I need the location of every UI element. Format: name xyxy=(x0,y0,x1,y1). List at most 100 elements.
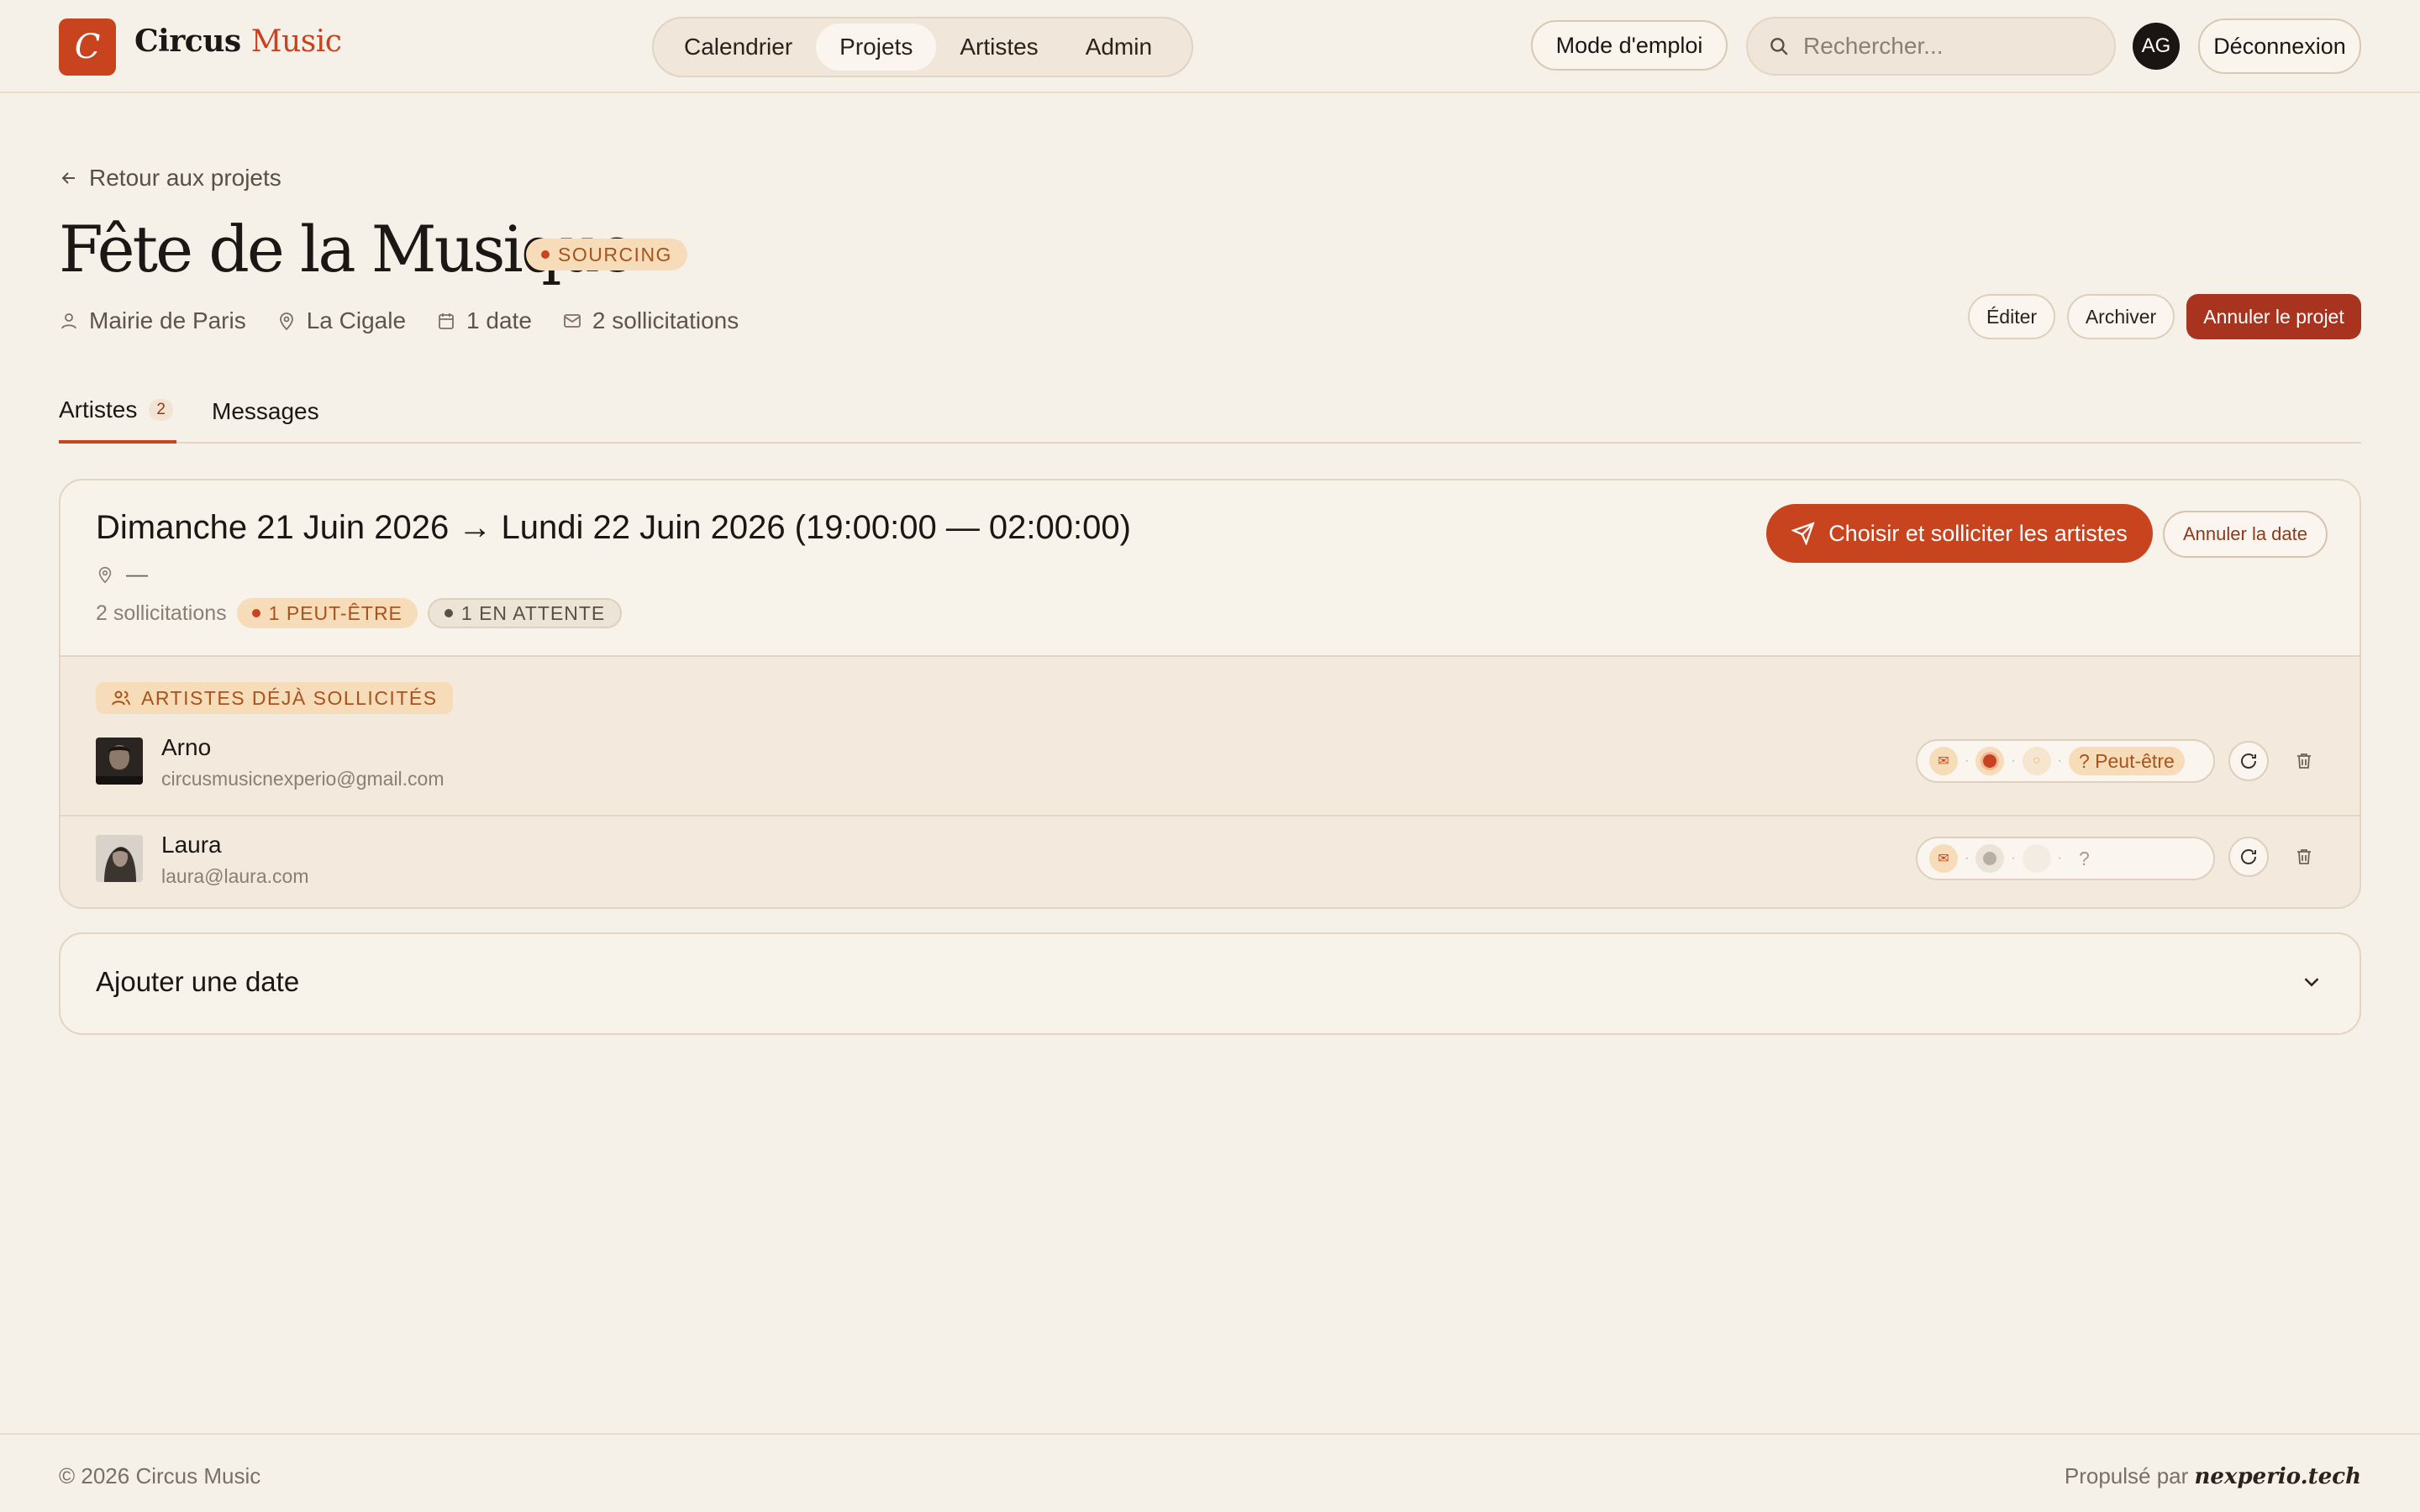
solicited-artists-section: ARTISTES DÉJÀ SOLLICITÉS Arno circusmusi… xyxy=(60,655,2360,907)
footer: © 2026 Circus Music Propulsé par nexperi… xyxy=(0,1433,2420,1512)
resend-button[interactable] xyxy=(2228,741,2269,781)
nav-item-calendrier[interactable]: Calendrier xyxy=(660,24,816,71)
artist-status-label: ? xyxy=(2078,847,2090,869)
section-badge: ARTISTES DÉJÀ SOLLICITÉS xyxy=(96,682,453,714)
pill-waiting: 1 EN ATTENTE xyxy=(427,598,623,628)
status-badge-label: SOURCING xyxy=(558,243,672,265)
add-date-accordion[interactable]: Ajouter une date xyxy=(59,932,2361,1035)
brand-name-part1: Circus xyxy=(134,24,241,59)
tracker-separator: · xyxy=(2011,851,2016,865)
footer-powered-prefix: Propulsé par xyxy=(2064,1463,2189,1488)
solicit-artists-button[interactable]: Choisir et solliciter les artistes xyxy=(1766,504,2153,563)
cancel-project-button[interactable]: Annuler le projet xyxy=(2186,294,2361,339)
envelope-icon: ✉ xyxy=(1929,747,1958,775)
pill-waiting-dot-icon xyxy=(444,609,453,617)
pill-maybe-label: 1 PEUT-ÊTRE xyxy=(268,601,402,624)
date-card-stats: 2 sollicitations 1 PEUT-ÊTRE 1 EN ATTENT… xyxy=(96,598,623,628)
artist-name: Arno xyxy=(161,734,212,760)
meta-solicitations-label: 2 sollicitations xyxy=(592,307,739,333)
pending-circle-icon xyxy=(2022,844,2051,873)
back-link-label: Retour aux projets xyxy=(89,165,281,191)
brand-name[interactable]: Circus Music xyxy=(134,24,342,59)
chevron-down-icon xyxy=(2299,969,2324,999)
envelope-icon: ✉ xyxy=(1929,844,1958,873)
date-card-location-label: — xyxy=(126,561,148,586)
main-nav: Calendrier Projets Artistes Admin xyxy=(652,17,1193,77)
meta-solicitations: 2 sollicitations xyxy=(562,307,739,334)
pill-waiting-label: 1 EN ATTENTE xyxy=(460,601,606,624)
artist-row[interactable]: Arno circusmusicnexperio@gmail.com ✉ · ·… xyxy=(60,719,2360,816)
artist-name: Laura xyxy=(161,832,222,858)
edit-button[interactable]: Éditer xyxy=(1968,294,2055,339)
arrow-left-icon xyxy=(61,172,75,184)
mail-icon xyxy=(564,314,581,328)
meta-dates: 1 date xyxy=(436,307,532,334)
status-badge: SOURCING xyxy=(526,239,687,270)
archive-button[interactable]: Archiver xyxy=(2067,294,2175,339)
artist-avatar xyxy=(96,738,143,785)
artist-status-label: ? Peut-être xyxy=(2068,747,2185,775)
nav-item-projets[interactable]: Projets xyxy=(816,24,937,71)
delete-artist-button[interactable] xyxy=(2287,840,2321,874)
trash-icon xyxy=(2297,753,2311,769)
tracker-separator: · xyxy=(1965,753,1970,768)
viewed-icon xyxy=(1975,747,2005,775)
search-box xyxy=(1746,17,2116,76)
brand-name-part2: Music xyxy=(250,24,342,59)
date-card: Dimanche 21 Juin 2026 → Lundi 22 Juin 20… xyxy=(59,479,2361,909)
logout-button[interactable]: Déconnexion xyxy=(2198,18,2361,74)
footer-powered: Propulsé par nexperio.tech xyxy=(2065,1463,2361,1489)
calendar-icon xyxy=(439,313,454,329)
date-card-location: — xyxy=(96,561,148,587)
meta-client: Mairie de Paris xyxy=(59,307,246,334)
solicit-artists-label: Choisir et solliciter les artistes xyxy=(1828,520,2128,546)
users-icon xyxy=(112,690,130,706)
meta-client-label: Mairie de Paris xyxy=(89,307,246,333)
tabs: Artistes 2 Messages xyxy=(59,391,2361,444)
meta-venue-label: La Cigale xyxy=(306,307,407,333)
map-pin-icon xyxy=(279,312,293,331)
tracker-separator: · xyxy=(2057,851,2062,865)
tab-artistes[interactable]: Artistes 2 xyxy=(59,396,173,423)
artist-avatar xyxy=(96,835,143,882)
meta-dates-label: 1 date xyxy=(466,307,532,333)
section-badge-label: ARTISTES DÉJÀ SOLLICITÉS xyxy=(141,686,438,709)
user-icon xyxy=(61,313,76,329)
tab-active-indicator xyxy=(59,440,176,444)
refresh-icon xyxy=(2241,849,2256,864)
tracker-separator: · xyxy=(2057,753,2062,768)
artist-row[interactable]: Laura laura@laura.com ✉ · · · ? xyxy=(60,815,2360,907)
tracker-separator: · xyxy=(1965,851,1970,865)
help-button[interactable]: Mode d'emploi xyxy=(1531,20,1728,71)
nav-item-admin[interactable]: Admin xyxy=(1062,24,1176,71)
top-header: C Circus Music Calendrier Projets Artist… xyxy=(0,0,2420,93)
tab-artistes-label: Artistes xyxy=(59,396,138,423)
nav-item-artistes[interactable]: Artistes xyxy=(936,24,1061,71)
meta-venue: La Cigale xyxy=(276,307,406,334)
status-tracker: ✉ · · ○ · ? Peut-être xyxy=(1916,739,2215,783)
search-input[interactable] xyxy=(1803,33,2089,60)
resend-button[interactable] xyxy=(2228,837,2269,877)
cancel-date-button[interactable]: Annuler la date xyxy=(2163,511,2328,558)
send-icon xyxy=(1791,522,1815,545)
pill-maybe-dot-icon xyxy=(251,609,260,617)
tab-messages-label: Messages xyxy=(212,398,319,424)
user-avatar[interactable]: AG xyxy=(2133,23,2180,70)
pill-maybe: 1 PEUT-ÊTRE xyxy=(236,598,418,628)
project-meta: Mairie de Paris La Cigale 1 date 2 solli… xyxy=(59,307,739,334)
back-to-projects-link[interactable]: Retour aux projets xyxy=(59,165,281,192)
logo-icon[interactable]: C xyxy=(59,18,116,76)
trash-icon xyxy=(2297,849,2311,864)
pending-circle-icon: ○ xyxy=(2022,747,2051,775)
status-tracker: ✉ · · · ? xyxy=(1916,837,2215,880)
tracker-separator: · xyxy=(2011,753,2016,768)
add-date-label: Ajouter une date xyxy=(96,966,300,997)
footer-copyright: © 2026 Circus Music xyxy=(59,1463,261,1488)
tab-messages[interactable]: Messages xyxy=(212,398,319,425)
map-pin-icon xyxy=(98,566,112,583)
footer-powered-brand[interactable]: nexperio.tech xyxy=(2195,1464,2361,1489)
search-icon xyxy=(1770,38,1788,55)
delete-artist-button[interactable] xyxy=(2287,744,2321,778)
artist-email: laura@laura.com xyxy=(161,865,309,887)
refresh-icon xyxy=(2241,753,2256,769)
